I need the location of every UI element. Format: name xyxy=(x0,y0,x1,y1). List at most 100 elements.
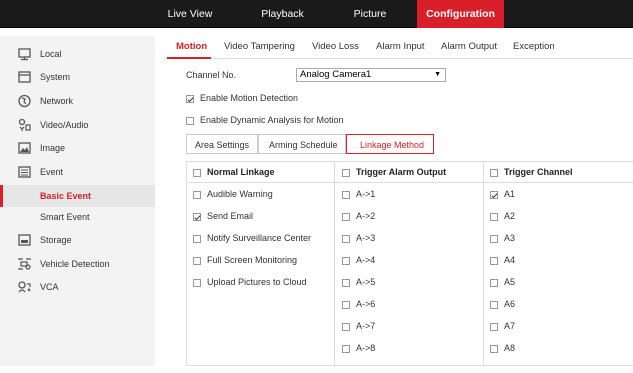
alarm-output-label: A->4 xyxy=(356,255,376,265)
alarm-output-checkbox[interactable] xyxy=(342,256,350,265)
nav-configuration[interactable]: Configuration xyxy=(417,0,504,28)
globe-icon xyxy=(17,94,32,108)
alarm-output-checkbox[interactable] xyxy=(342,322,350,331)
tab-exception[interactable]: Exception xyxy=(513,41,555,52)
alarm-output-item[interactable]: A->5 xyxy=(342,276,375,288)
alarm-output-checkbox[interactable] xyxy=(342,190,350,199)
sidebar-label-event: Event xyxy=(40,167,64,177)
channel-select[interactable]: Analog Camera1 ▼ xyxy=(296,68,446,82)
sidebar-item-basic-event[interactable]: Basic Event xyxy=(0,185,155,207)
dropdown-arrow-icon: ▼ xyxy=(434,71,441,78)
normal-linkage-checkbox[interactable] xyxy=(193,256,201,265)
normal-linkage-checkbox[interactable] xyxy=(193,234,201,243)
alarm-output-item[interactable]: A->7 xyxy=(342,320,375,332)
enable-motion-checkbox[interactable] xyxy=(186,94,194,103)
trigger-channel-item[interactable]: A5 xyxy=(490,276,515,288)
trigger-channel-checkbox[interactable] xyxy=(490,300,498,309)
trigger-channel-header[interactable]: Trigger Channel xyxy=(490,166,573,178)
sidebar-label-vca: VCA xyxy=(40,282,59,292)
normal-linkage-checkbox[interactable] xyxy=(193,278,201,287)
tab-video-tampering[interactable]: Video Tampering xyxy=(224,41,295,52)
alarm-output-label: A->6 xyxy=(356,299,376,309)
alarm-output-item[interactable]: A->4 xyxy=(342,254,375,266)
normal-linkage-checkbox[interactable] xyxy=(193,212,201,221)
trigger-channel-checkbox[interactable] xyxy=(490,344,498,353)
tab-motion[interactable]: Motion xyxy=(176,41,207,52)
sidebar-item-video-audio[interactable]: Video/Audio xyxy=(0,115,155,135)
alarm-output-checkbox[interactable] xyxy=(342,300,350,309)
normal-linkage-checkbox[interactable] xyxy=(193,190,201,199)
alarm-output-item[interactable]: A->3 xyxy=(342,232,375,244)
trigger-channel-item[interactable]: A2 xyxy=(490,210,515,222)
trigger-channel-item[interactable]: A1 xyxy=(490,188,515,200)
tab-alarm-input[interactable]: Alarm Input xyxy=(376,41,425,52)
trigger-channel-label: A6 xyxy=(504,299,516,309)
sidebar-item-smart-event[interactable]: Smart Event xyxy=(0,207,155,227)
enable-dynamic-checkbox[interactable] xyxy=(186,116,194,125)
trigger-channel-checkbox[interactable] xyxy=(490,234,498,243)
alarm-output-item[interactable]: A->2 xyxy=(342,210,375,222)
trigger-alarm-header-label: Trigger Alarm Output xyxy=(356,167,447,177)
channel-label: Channel No. xyxy=(186,70,237,80)
calendar-icon xyxy=(17,165,32,179)
normal-linkage-item[interactable]: Upload Pictures to Cloud xyxy=(193,276,307,288)
alarm-output-checkbox[interactable] xyxy=(342,344,350,353)
trigger-channel-checkbox[interactable] xyxy=(490,256,498,265)
storage-icon xyxy=(17,233,32,247)
sidebar-item-event[interactable]: Event xyxy=(0,162,155,182)
nav-playback[interactable]: Playback xyxy=(245,0,320,28)
trigger-channel-checkbox[interactable] xyxy=(490,190,498,199)
sidebar-item-image[interactable]: Image xyxy=(0,138,155,158)
trigger-channel-checkbox[interactable] xyxy=(490,212,498,221)
trigger-channel-checkbox[interactable] xyxy=(490,278,498,287)
nav-live-view[interactable]: Live View xyxy=(155,0,225,28)
trigger-channel-item[interactable]: A3 xyxy=(490,232,515,244)
sidebar-item-storage[interactable]: Storage xyxy=(0,230,155,250)
alarm-output-checkbox[interactable] xyxy=(342,234,350,243)
subtab-arming-schedule[interactable]: Arming Schedule xyxy=(258,134,346,154)
sidebar-label-local: Local xyxy=(40,49,62,59)
trigger-channel-item[interactable]: A6 xyxy=(490,298,515,310)
tab-video-loss[interactable]: Video Loss xyxy=(312,41,359,52)
trigger-channel-item[interactable]: A8 xyxy=(490,342,515,354)
normal-linkage-item[interactable]: Audible Warning xyxy=(193,188,273,200)
trigger-channel-item[interactable]: A7 xyxy=(490,320,515,332)
subtab-linkage-method[interactable]: Linkage Method xyxy=(346,134,434,154)
subtab-area-settings[interactable]: Area Settings xyxy=(186,134,258,154)
sidebar-label-system: System xyxy=(40,72,71,82)
trigger-channel-checkbox[interactable] xyxy=(490,322,498,331)
normal-linkage-item[interactable]: Full Screen Monitoring xyxy=(193,254,297,266)
trigger-channel-label: A3 xyxy=(504,233,516,243)
monitor-icon xyxy=(17,47,32,61)
enable-motion-row[interactable]: Enable Motion Detection xyxy=(186,93,298,103)
trigger-channel-label: A1 xyxy=(504,189,516,199)
channel-select-value: Analog Camera1 xyxy=(300,69,372,80)
trigger-alarm-header[interactable]: Trigger Alarm Output xyxy=(342,166,446,178)
enable-dynamic-label: Enable Dynamic Analysis for Motion xyxy=(200,115,344,125)
sidebar-label-video-audio: Video/Audio xyxy=(40,120,89,130)
trigger-channel-all-checkbox[interactable] xyxy=(490,168,498,177)
tab-alarm-output[interactable]: Alarm Output xyxy=(441,41,497,52)
nav-picture[interactable]: Picture xyxy=(335,0,405,28)
alarm-output-item[interactable]: A->6 xyxy=(342,298,375,310)
trigger-channel-label: A2 xyxy=(504,211,516,221)
alarm-output-item[interactable]: A->1 xyxy=(342,188,375,200)
alarm-output-checkbox[interactable] xyxy=(342,212,350,221)
sidebar-item-vca[interactable]: VCA xyxy=(0,277,155,297)
normal-linkage-item[interactable]: Notify Surveillance Center xyxy=(193,232,311,244)
sidebar-item-system[interactable]: System xyxy=(0,67,155,87)
sidebar-item-local[interactable]: Local xyxy=(0,44,155,64)
sidebar-item-vehicle-detection[interactable]: Vehicle Detection xyxy=(0,254,155,274)
normal-linkage-header[interactable]: Normal Linkage xyxy=(193,166,275,178)
trigger-channel-label: A5 xyxy=(504,277,516,287)
sidebar-item-network[interactable]: Network xyxy=(0,91,155,111)
enable-dynamic-row[interactable]: Enable Dynamic Analysis for Motion xyxy=(186,115,344,125)
trigger-channel-item[interactable]: A4 xyxy=(490,254,515,266)
normal-linkage-all-checkbox[interactable] xyxy=(193,168,201,177)
system-icon xyxy=(17,70,32,84)
alarm-output-item[interactable]: A->8 xyxy=(342,342,375,354)
trigger-alarm-all-checkbox[interactable] xyxy=(342,168,350,177)
alarm-output-checkbox[interactable] xyxy=(342,278,350,287)
vehicle-detection-icon xyxy=(17,257,32,271)
normal-linkage-item[interactable]: Send Email xyxy=(193,210,253,222)
